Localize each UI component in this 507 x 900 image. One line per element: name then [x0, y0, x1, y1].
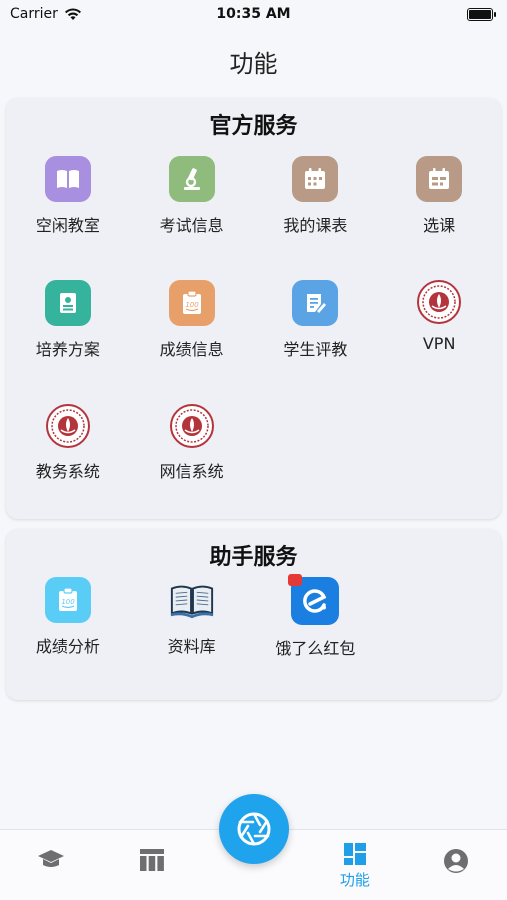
university-emblem-icon [169, 404, 214, 448]
svg-text:100: 100 [185, 301, 199, 309]
tab-functions-label: 功能 [339, 871, 370, 889]
wifi-icon [64, 7, 81, 20]
score-icon: 100 [168, 280, 215, 326]
tile-label: 我的课表 [283, 216, 348, 235]
svg-text:100: 100 [61, 598, 75, 606]
tile-vpn[interactable]: VPN [377, 280, 501, 404]
tile-network-system[interactable]: 网信系统 [130, 404, 254, 528]
graduation-cap-icon [37, 850, 64, 867]
tile-label: 成绩信息 [159, 340, 224, 359]
assistant-services-title: 助手服务 [209, 545, 298, 570]
calendar-select-icon [416, 156, 463, 202]
tile-course-selection[interactable]: 选课 [377, 156, 501, 280]
tile-library[interactable]: 资料库 [130, 577, 254, 701]
tile-score-info[interactable]: 100 成绩信息 [130, 280, 254, 404]
assistant-services-card: 助手服务 100 成绩分析 资料库 饿了么红包 [6, 529, 501, 700]
tile-label: 学生评教 [283, 340, 348, 359]
battery-icon [467, 7, 496, 21]
carrier-label: Carrier [10, 6, 58, 22]
tile-label: 空闲教室 [35, 216, 100, 235]
university-emblem-icon [417, 280, 462, 324]
camera-fab-button[interactable] [219, 794, 289, 864]
tile-academic-system[interactable]: 教务系统 [6, 404, 130, 528]
tile-student-evaluation[interactable]: 学生评教 [254, 280, 378, 404]
official-services-title: 官方服务 [209, 114, 298, 139]
edit-note-icon [292, 280, 339, 326]
tile-label: 教务系统 [35, 462, 100, 481]
dashboard-icon [343, 843, 366, 865]
timetable-icon [140, 849, 165, 871]
tile-label: 培养方案 [35, 340, 100, 359]
tile-label: VPN [422, 334, 456, 353]
status-bar: Carrier 10:35 AM [0, 0, 507, 28]
tab-functions[interactable]: 功能 [304, 830, 405, 900]
official-services-card: 官方服务 空闲教室 考试信息 我的课表 选课 培养方案 100 成绩信息 学生评… [6, 98, 501, 519]
profile-icon [444, 849, 469, 873]
tile-exam-info[interactable]: 考试信息 [130, 156, 254, 280]
official-services-grid: 空闲教室 考试信息 我的课表 选课 培养方案 100 成绩信息 学生评教 VPN… [6, 156, 501, 528]
university-emblem-icon [45, 404, 90, 448]
tile-my-timetable[interactable]: 我的课表 [254, 156, 378, 280]
calendar-icon [292, 156, 339, 202]
book-icon [44, 156, 91, 202]
tile-free-classroom[interactable]: 空闲教室 [6, 156, 130, 280]
tile-score-analysis[interactable]: 100 成绩分析 [6, 577, 130, 701]
tab-profile[interactable] [406, 830, 507, 900]
tile-label: 饿了么红包 [275, 639, 356, 658]
assistant-services-grid: 100 成绩分析 资料库 饿了么红包 [6, 574, 501, 701]
tile-label: 成绩分析 [35, 637, 100, 656]
document-icon [44, 280, 91, 326]
tile-label: 网信系统 [159, 462, 224, 481]
tab-courses[interactable] [0, 830, 101, 900]
red-corner-badge [288, 574, 303, 586]
tile-label: 资料库 [167, 637, 216, 656]
eleme-icon [288, 574, 340, 625]
page-title: 功能 [229, 50, 278, 78]
tile-label: 选课 [423, 216, 456, 235]
score-analysis-icon: 100 [44, 577, 91, 623]
tile-label: 考试信息 [159, 216, 224, 235]
status-time: 10:35 AM [216, 6, 291, 22]
microscope-icon [168, 156, 215, 202]
open-book-icon [169, 577, 215, 623]
camera-aperture-icon [237, 812, 271, 846]
tab-timetable[interactable] [101, 830, 202, 900]
tile-training-plan[interactable]: 培养方案 [6, 280, 130, 404]
tile-eleme-coupon[interactable]: 饿了么红包 [254, 574, 378, 701]
